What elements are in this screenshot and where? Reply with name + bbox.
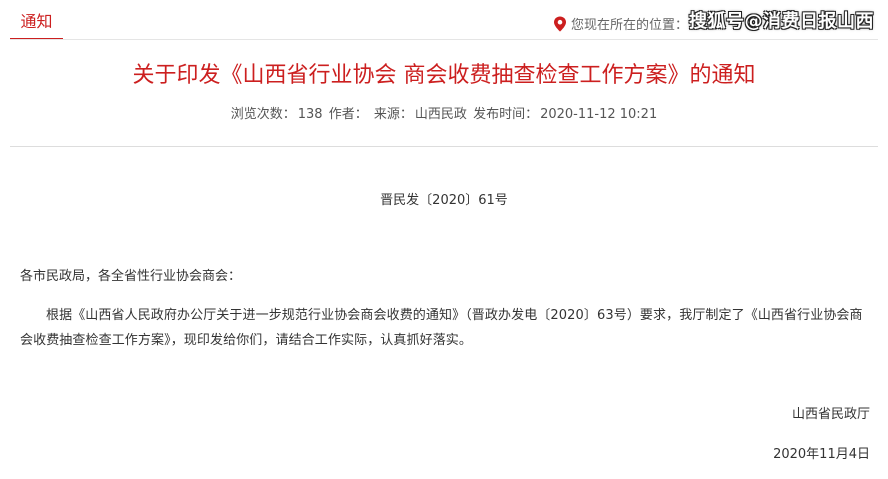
- source-value: 山西民政: [414, 107, 467, 122]
- views-label: 浏览次数：: [230, 107, 296, 122]
- location-pin-icon: [553, 16, 566, 31]
- top-bar: 通知 您现在所在的位置： 搜狐号@消费日报山西: [0, 0, 888, 40]
- signer: 山西省民政厅: [791, 407, 870, 422]
- published-time: 2020-11-12 10:21: [540, 107, 658, 122]
- issue-date: 2020年11月4日: [773, 447, 870, 462]
- top-divider: [10, 39, 878, 40]
- article-meta: 浏览次数： 138 作者： 来源： 山西民政 发布时间： 2020-11-12 10:…: [0, 103, 888, 122]
- body-paragraph: 根据《山西省人民政府办公厅关于进一步规范行业协会商会收费的通知》（晋政办发电〔2…: [20, 308, 863, 348]
- tab-notice[interactable]: 通知: [10, 9, 63, 40]
- source-label: 来源：: [373, 107, 413, 122]
- content-divider: [10, 146, 878, 147]
- document-number: 晋民发〔2020〕61号: [380, 193, 508, 208]
- views-count: 138: [297, 107, 323, 122]
- watermark: 搜狐号@消费日报山西: [689, 11, 874, 32]
- author-label: 作者：: [328, 107, 368, 122]
- published-label: 发布时间：: [473, 107, 539, 122]
- page-title: 关于印发《山西省行业协会 商会收费抽查检查工作方案》的通知: [132, 63, 756, 88]
- location-label: 您现在所在的位置：: [570, 18, 688, 33]
- breadcrumb: 您现在所在的位置：: [553, 14, 688, 33]
- salutation: 各市民政局，各全省性行业协会商会：: [20, 269, 242, 284]
